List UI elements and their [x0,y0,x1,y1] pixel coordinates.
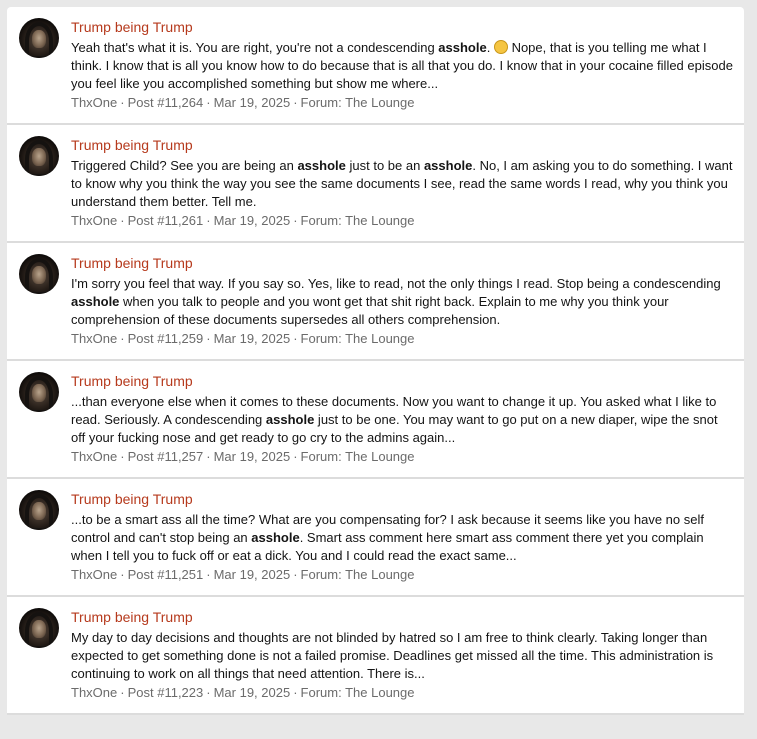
forum-link[interactable]: The Lounge [345,567,414,582]
post-number-link[interactable]: Post #11,223 [128,685,204,700]
meta-separator: · [120,567,125,582]
search-results-list: Trump being Trump Yeah that's what it is… [7,7,744,715]
meta-separator: · [206,567,211,582]
post-snippet: Triggered Child? See you are being an as… [71,158,733,209]
thread-title-link[interactable]: Trump being Trump [71,372,193,390]
author-link[interactable]: ThxOne [71,449,117,464]
face-shape [32,384,46,402]
avatar[interactable] [19,136,59,176]
meta-separator: · [293,95,298,110]
meta-separator: · [206,213,211,228]
post-snippet: ...than everyone else when it comes to t… [71,394,718,445]
meta-separator: · [206,95,211,110]
search-result: Trump being Trump Triggered Child? See y… [7,125,744,243]
meta-separator: · [120,449,125,464]
forum-link[interactable]: The Lounge [345,213,414,228]
post-date: Mar 19, 2025 [213,567,291,582]
post-snippet: Yeah that's what it is. You are right, y… [71,40,733,91]
search-result: Trump being Trump ...than everyone else … [7,361,744,479]
post-date: Mar 19, 2025 [213,449,291,464]
post-number-link[interactable]: Post #11,251 [128,567,204,582]
post-date: Mar 19, 2025 [213,213,291,228]
forum-link[interactable]: The Lounge [345,95,414,110]
meta-separator: · [293,213,298,228]
search-result: Trump being Trump I'm sorry you feel tha… [7,243,744,361]
post-meta: ThxOne · Post #11,223 · Mar 19, 2025 · Forum: … [71,684,734,702]
forum-label: Forum: [300,213,342,228]
meta-separator: · [206,331,211,346]
meta-separator: · [120,331,125,346]
forum-label: Forum: [300,685,342,700]
author-link[interactable]: ThxOne [71,685,117,700]
post-meta: ThxOne · Post #11,257 · Mar 19, 2025 · Forum: … [71,448,734,466]
meta-separator: · [293,331,298,346]
post-meta: ThxOne · Post #11,251 · Mar 19, 2025 · Forum: … [71,566,734,584]
meta-separator: · [120,685,125,700]
face-shape [32,620,46,638]
thread-title-link[interactable]: Trump being Trump [71,136,193,154]
author-link[interactable]: ThxOne [71,213,117,228]
post-meta: ThxOne · Post #11,264 · Mar 19, 2025 · Forum: … [71,94,734,112]
forum-link[interactable]: The Lounge [345,685,414,700]
emoji-icon [493,40,508,54]
avatar[interactable] [19,490,59,530]
post-number-link[interactable]: Post #11,257 [128,449,204,464]
post-meta: ThxOne · Post #11,261 · Mar 19, 2025 · Forum: … [71,212,734,230]
thread-title-link[interactable]: Trump being Trump [71,254,193,272]
post-meta: ThxOne · Post #11,259 · Mar 19, 2025 · Forum: … [71,330,734,348]
forum-label: Forum: [300,567,342,582]
meta-separator: · [293,567,298,582]
face-shape [32,502,46,520]
avatar[interactable] [19,608,59,648]
post-snippet: I'm sorry you feel that way. If you say … [71,276,721,327]
post-number-link[interactable]: Post #11,261 [128,213,204,228]
meta-separator: · [293,685,298,700]
face-shape [32,30,46,48]
meta-separator: · [206,685,211,700]
avatar[interactable] [19,18,59,58]
post-snippet: My day to day decisions and thoughts are… [71,630,714,681]
post-date: Mar 19, 2025 [213,685,291,700]
face-shape [32,266,46,284]
author-link[interactable]: ThxOne [71,567,117,582]
meta-separator: · [206,449,211,464]
search-result: Trump being Trump My day to day decision… [7,597,744,715]
forum-link[interactable]: The Lounge [345,449,414,464]
author-link[interactable]: ThxOne [71,95,117,110]
forum-label: Forum: [300,95,342,110]
avatar[interactable] [19,372,59,412]
post-number-link[interactable]: Post #11,264 [128,95,204,110]
search-result: Trump being Trump Yeah that's what it is… [7,7,744,125]
post-date: Mar 19, 2025 [213,95,291,110]
forum-link[interactable]: The Lounge [345,331,414,346]
face-shape [32,148,46,166]
forum-label: Forum: [300,331,342,346]
post-number-link[interactable]: Post #11,259 [128,331,204,346]
post-date: Mar 19, 2025 [213,331,291,346]
forum-label: Forum: [300,449,342,464]
avatar[interactable] [19,254,59,294]
meta-separator: · [293,449,298,464]
author-link[interactable]: ThxOne [71,331,117,346]
meta-separator: · [120,95,125,110]
post-snippet: ...to be a smart ass all the time? What … [71,512,704,563]
thread-title-link[interactable]: Trump being Trump [71,18,193,36]
thread-title-link[interactable]: Trump being Trump [71,490,193,508]
search-result: Trump being Trump ...to be a smart ass a… [7,479,744,597]
thread-title-link[interactable]: Trump being Trump [71,608,193,626]
meta-separator: · [120,213,125,228]
